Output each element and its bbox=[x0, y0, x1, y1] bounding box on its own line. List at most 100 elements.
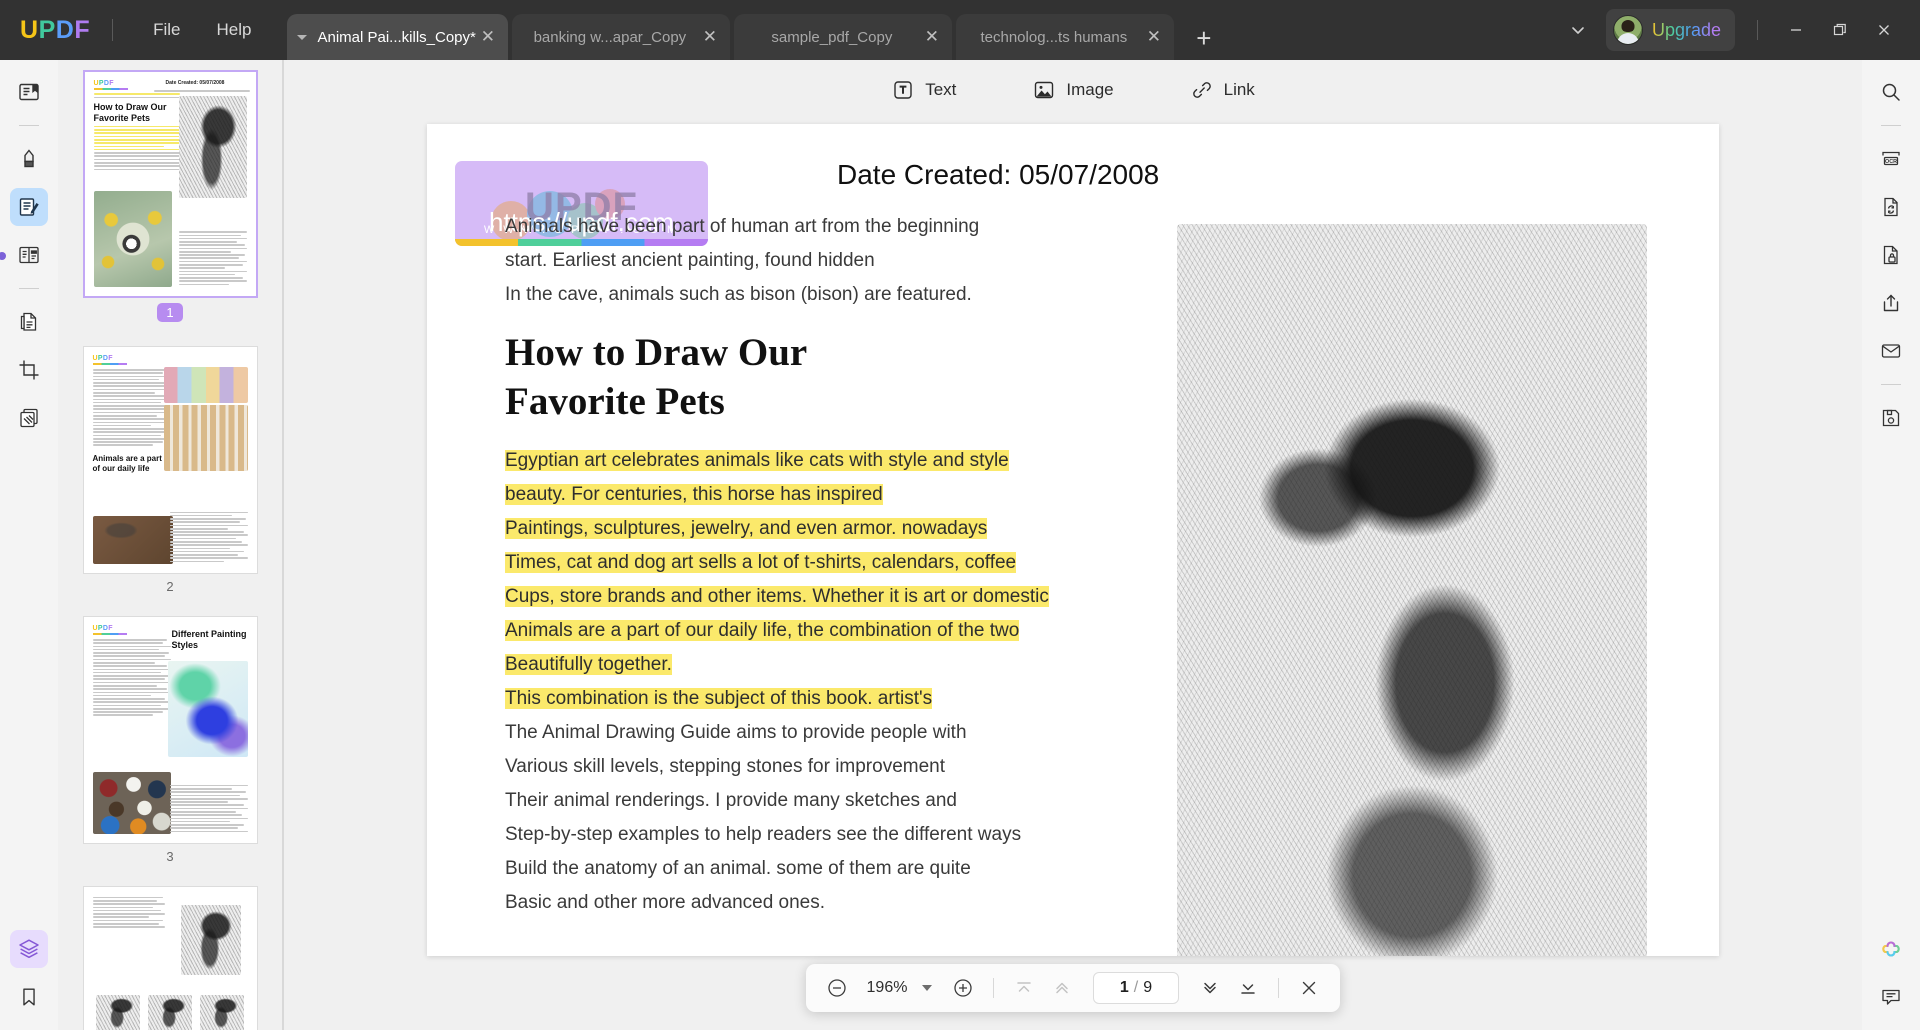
body-line-2[interactable]: Various skill levels, stepping stones fo… bbox=[505, 750, 1065, 784]
mini-paintbuckets-photo bbox=[93, 772, 171, 834]
convert-icon[interactable] bbox=[1872, 188, 1910, 226]
mini-dog-step-3 bbox=[200, 995, 244, 1030]
rail-divider-2 bbox=[19, 288, 39, 289]
close-window-button[interactable] bbox=[1862, 10, 1906, 50]
right-rail-divider-2 bbox=[1881, 384, 1901, 385]
menu-file[interactable]: File bbox=[135, 14, 198, 46]
pdf-page[interactable]: Date Created: 05/07/2008 UPDF https://up… bbox=[427, 124, 1719, 956]
page-text-column: Animals have been part of human art from… bbox=[505, 210, 1065, 920]
minimize-button[interactable] bbox=[1774, 10, 1818, 50]
thumbnail-page-4[interactable] bbox=[83, 886, 258, 1030]
highlighted-line-7[interactable]: Beautifully together. bbox=[505, 648, 1065, 682]
tab-technology[interactable]: technolog...ts humans ✕ bbox=[956, 14, 1174, 60]
first-page-button[interactable] bbox=[1007, 971, 1041, 1005]
thumbnail-page-1[interactable]: UPDF Date Created: 05/07/2008 How to Dra… bbox=[83, 70, 258, 298]
logo-letter-d: D bbox=[56, 16, 75, 45]
close-icon[interactable]: ✕ bbox=[476, 25, 500, 49]
ocr-icon[interactable]: OCR bbox=[1872, 140, 1910, 178]
highlighted-line-3[interactable]: Paintings, sculptures, jewelry, and even… bbox=[505, 512, 1065, 546]
annotate-icon[interactable] bbox=[10, 140, 48, 178]
bookmark-icon[interactable] bbox=[10, 978, 48, 1016]
highlighted-line-1[interactable]: Egyptian art celebrates animals like cat… bbox=[505, 444, 1065, 478]
page-organize-icon[interactable] bbox=[10, 236, 48, 274]
dog-sketch-image[interactable] bbox=[1177, 224, 1647, 956]
zoom-dropdown-chevron-down-icon[interactable] bbox=[922, 985, 932, 991]
body-line-1[interactable]: The Animal Drawing Guide aims to provide… bbox=[505, 716, 1065, 750]
highlighted-line-6[interactable]: Animals are a part of our daily life, th… bbox=[505, 614, 1065, 648]
highlighted-line-4[interactable]: Times, cat and dog art sells a lot of t-… bbox=[505, 546, 1065, 580]
body-line-4[interactable]: Step-by-step examples to help readers se… bbox=[505, 818, 1065, 852]
search-icon[interactable] bbox=[1872, 73, 1910, 111]
zoom-level-value[interactable]: 196% bbox=[858, 979, 916, 997]
tab-animal-painting[interactable]: Animal Pai...kills_Copy* ✕ bbox=[287, 14, 507, 60]
close-icon[interactable]: ✕ bbox=[920, 25, 944, 49]
thumbnail-page-2[interactable]: UPDF bbox=[83, 346, 258, 574]
add-link-button[interactable]: Link bbox=[1178, 71, 1267, 109]
logo-letter-p: P bbox=[39, 16, 56, 45]
close-zoom-toolbar-button[interactable] bbox=[1292, 971, 1326, 1005]
thumbnail-number-2: 2 bbox=[166, 579, 173, 594]
menu-help[interactable]: Help bbox=[199, 14, 270, 46]
logo-menu-divider bbox=[112, 19, 113, 41]
reader-mode-icon[interactable] bbox=[10, 73, 48, 111]
crop-page-icon[interactable] bbox=[10, 351, 48, 389]
highlighted-line-2[interactable]: beauty. For centuries, this horse has in… bbox=[505, 478, 1065, 512]
page-date-created[interactable]: Date Created: 05/07/2008 bbox=[837, 159, 1159, 191]
right-rail-divider-1 bbox=[1881, 125, 1901, 126]
highlighted-line-8[interactable]: This combination is the subject of this … bbox=[505, 682, 1065, 716]
email-icon[interactable] bbox=[1872, 332, 1910, 370]
tab-sample-pdf[interactable]: sample_pdf_Copy ✕ bbox=[734, 14, 952, 60]
body-line-6[interactable]: Basic and other more advanced ones. bbox=[505, 886, 1065, 920]
zoom-divider-2 bbox=[1278, 978, 1279, 998]
zoom-out-button[interactable] bbox=[820, 971, 854, 1005]
protect-icon[interactable] bbox=[1872, 236, 1910, 274]
next-page-button[interactable] bbox=[1193, 971, 1227, 1005]
mini-date: Date Created: 05/07/2008 bbox=[144, 80, 247, 86]
add-image-button[interactable]: Image bbox=[1020, 71, 1125, 109]
tab-label: technolog...ts humans bbox=[966, 29, 1142, 46]
upgrade-button[interactable]: Upgrade bbox=[1606, 9, 1735, 51]
edit-pdf-icon[interactable] bbox=[10, 188, 48, 226]
intro-line-1[interactable]: Animals have been part of human art from… bbox=[505, 210, 1065, 244]
ai-assistant-icon[interactable] bbox=[1872, 930, 1910, 968]
zoom-in-button[interactable] bbox=[946, 971, 980, 1005]
mini-watercolor-photo bbox=[168, 661, 248, 757]
highlight-text: Times, cat and dog art sells a lot of t-… bbox=[505, 552, 1016, 573]
restore-button[interactable] bbox=[1818, 10, 1862, 50]
avatar[interactable] bbox=[1613, 15, 1643, 45]
rail-active-indicator bbox=[0, 252, 6, 260]
last-page-button[interactable] bbox=[1231, 971, 1265, 1005]
close-icon[interactable]: ✕ bbox=[698, 25, 722, 49]
thumbnail-page-3[interactable]: UPDF bbox=[83, 616, 258, 844]
intro-line-3[interactable]: In the cave, animals such as bison (biso… bbox=[505, 278, 1065, 312]
highlighted-line-5[interactable]: Cups, store brands and other items. Whet… bbox=[505, 580, 1065, 614]
highlight-text: beauty. For centuries, this horse has in… bbox=[505, 484, 883, 505]
share-icon[interactable] bbox=[1872, 284, 1910, 322]
mini-dog-sketch bbox=[181, 905, 241, 975]
body-line-5[interactable]: Build the anatomy of an animal. some of … bbox=[505, 852, 1065, 886]
page-number-input[interactable]: 1 / 9 bbox=[1093, 972, 1179, 1004]
new-tab-button[interactable]: + bbox=[1186, 20, 1222, 56]
save-icon[interactable] bbox=[1872, 399, 1910, 437]
close-icon[interactable]: ✕ bbox=[1142, 25, 1166, 49]
chevron-down-icon[interactable] bbox=[297, 35, 307, 40]
convert-pdf-icon[interactable] bbox=[10, 303, 48, 341]
logo-letter-u: U bbox=[20, 16, 39, 45]
tab-list-chevron-down-icon[interactable] bbox=[1560, 12, 1596, 48]
tab-label: Animal Pai...kills_Copy* bbox=[317, 29, 475, 46]
prev-page-button[interactable] bbox=[1045, 971, 1079, 1005]
page-thumbnail-panel[interactable]: UPDF Date Created: 05/07/2008 How to Dra… bbox=[58, 60, 282, 1030]
body-line-3[interactable]: Their animal renderings. I provide many … bbox=[505, 784, 1065, 818]
add-text-button[interactable]: Text bbox=[879, 71, 968, 109]
mini-palette-photo bbox=[164, 367, 248, 403]
page-heading[interactable]: How to Draw Our Favorite Pets bbox=[505, 328, 1065, 426]
intro-line-2[interactable]: start. Earliest ancient painting, found … bbox=[505, 244, 1065, 278]
app-body: UPDF Date Created: 05/07/2008 How to Dra… bbox=[0, 60, 1920, 1030]
mini-heading: Different Painting Styles bbox=[172, 629, 248, 651]
highlight-text: Beautifully together. bbox=[505, 654, 672, 675]
batch-process-icon[interactable] bbox=[10, 399, 48, 437]
tab-banking[interactable]: banking w...apar_Copy ✕ bbox=[512, 14, 730, 60]
thumbnail-number-1: 1 bbox=[157, 303, 182, 322]
comment-icon[interactable] bbox=[1872, 978, 1910, 1016]
layers-panel-icon[interactable] bbox=[10, 930, 48, 968]
